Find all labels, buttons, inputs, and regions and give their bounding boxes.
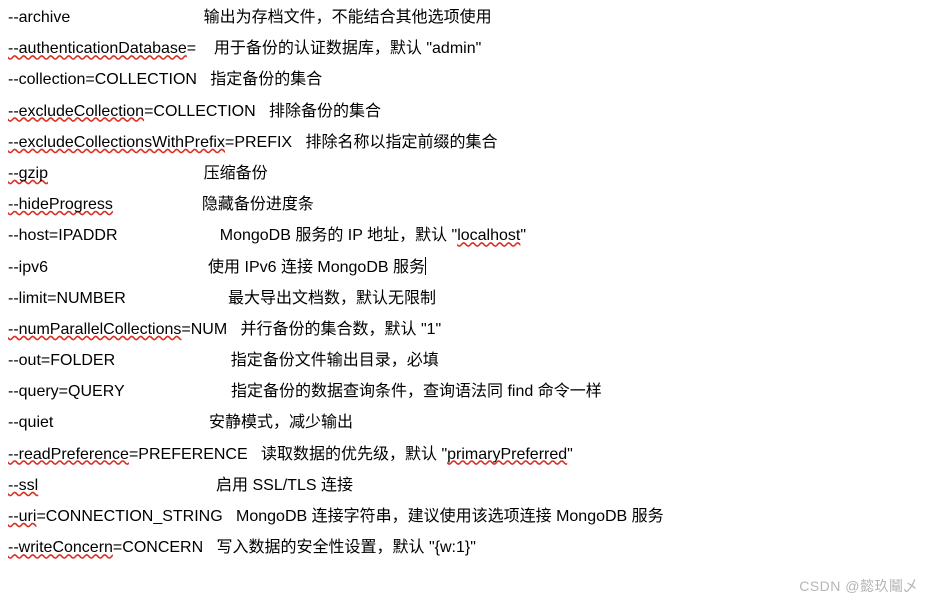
option-flag: --out=FOLDER xyxy=(8,352,115,369)
option-description: 指定备份的数据查询条件，查询语法同 find 命令一样 xyxy=(227,383,602,400)
option-row: --limit=NUMBER 最大导出文档数，默认无限制 xyxy=(8,283,918,314)
option-row: --excludeCollection=COLLECTION 排除备份的集合 xyxy=(8,96,918,127)
option-description: 排除名称以指定前缀的集合 xyxy=(292,134,497,151)
option-flag: --ssl xyxy=(8,477,38,494)
option-description-post: " xyxy=(520,227,526,244)
options-list: --archive 输出为存档文件，不能结合其他选项使用--authentica… xyxy=(8,2,918,563)
option-flag: --quiet xyxy=(8,414,53,431)
option-row: --out=FOLDER 指定备份文件输出目录，必填 xyxy=(8,345,918,376)
option-flag: --writeConcern xyxy=(8,539,113,556)
option-arg: =PREFERENCE xyxy=(129,446,248,463)
option-row: --excludeCollectionsWithPrefix=PREFIX 排除… xyxy=(8,127,918,158)
option-description: 最大导出文档数，默认无限制 xyxy=(224,290,436,307)
option-row: --authenticationDatabase= 用于备份的认证数据库，默认 … xyxy=(8,33,918,64)
option-flag: --query=QUERY xyxy=(8,383,124,400)
option-arg: =CONCERN xyxy=(113,539,203,556)
option-flag: --archive xyxy=(8,9,70,26)
option-description-underlined: primaryPreferred xyxy=(447,446,567,463)
option-arg: = xyxy=(187,40,196,57)
option-flag: --uri xyxy=(8,508,36,525)
option-spacing xyxy=(113,196,202,213)
option-row: --readPreference=PREFERENCE 读取数据的优先级，默认 … xyxy=(8,439,918,470)
option-row: --writeConcern=CONCERN 写入数据的安全性设置，默认 "{w… xyxy=(8,532,918,563)
option-row: --quiet 安静模式，减少输出 xyxy=(8,407,918,438)
option-flag: --host=IPADDR xyxy=(8,227,118,244)
option-spacing xyxy=(70,9,203,26)
option-description: 读取数据的优先级，默认 " xyxy=(248,446,447,463)
text-cursor xyxy=(425,257,426,275)
option-description: 使用 IPv6 连接 MongoDB 服务 xyxy=(208,259,425,276)
option-description: 安静模式，减少输出 xyxy=(209,414,353,431)
option-arg: =PREFIX xyxy=(225,134,292,151)
option-spacing xyxy=(38,477,216,494)
option-row: --host=IPADDR MongoDB 服务的 IP 地址，默认 "loca… xyxy=(8,220,918,251)
option-row: --uri=CONNECTION_STRING MongoDB 连接字符串，建议… xyxy=(8,501,918,532)
option-description: 输出为存档文件，不能结合其他选项使用 xyxy=(204,9,492,26)
option-arg: =CONNECTION_STRING xyxy=(36,508,222,525)
option-row: --hideProgress 隐藏备份进度条 xyxy=(8,189,918,220)
option-row: --ipv6 使用 IPv6 连接 MongoDB 服务 xyxy=(8,252,918,283)
option-spacing xyxy=(126,290,224,307)
option-flag: --excludeCollection xyxy=(8,103,144,120)
option-flag: --gzip xyxy=(8,165,48,182)
option-row: --numParallelCollections=NUM 并行备份的集合数，默认… xyxy=(8,314,918,345)
option-row: --ssl 启用 SSL/TLS 连接 xyxy=(8,470,918,501)
option-spacing xyxy=(124,383,226,400)
option-description: 指定备份文件输出目录，必填 xyxy=(226,352,438,369)
option-flag: --collection=COLLECTION xyxy=(8,71,197,88)
option-description: 写入数据的安全性设置，默认 "{w:1}" xyxy=(203,539,476,556)
option-description: 压缩备份 xyxy=(204,165,268,182)
option-flag: --authenticationDatabase xyxy=(8,40,187,57)
option-row: --archive 输出为存档文件，不能结合其他选项使用 xyxy=(8,2,918,33)
option-flag: --readPreference xyxy=(8,446,129,463)
option-row: --query=QUERY 指定备份的数据查询条件，查询语法同 find 命令一… xyxy=(8,376,918,407)
option-spacing xyxy=(48,259,208,276)
option-spacing xyxy=(48,165,204,182)
option-description: MongoDB 服务的 IP 地址，默认 " xyxy=(215,227,457,244)
option-flag: --numParallelCollections xyxy=(8,321,181,338)
option-flag: --excludeCollectionsWithPrefix xyxy=(8,134,225,151)
option-row: --collection=COLLECTION 指定备份的集合 xyxy=(8,64,918,95)
option-flag: --hideProgress xyxy=(8,196,113,213)
option-arg: =NUM xyxy=(181,321,227,338)
option-flag: --limit=NUMBER xyxy=(8,290,126,307)
watermark-text: CSDN @懿玖鬮乄 xyxy=(799,573,918,600)
option-description: 用于备份的认证数据库，默认 "admin" xyxy=(196,40,481,57)
option-description: MongoDB 连接字符串，建议使用该选项连接 MongoDB 服务 xyxy=(223,508,664,525)
option-flag: --ipv6 xyxy=(8,259,48,276)
option-row: --gzip 压缩备份 xyxy=(8,158,918,189)
option-spacing xyxy=(53,414,209,431)
option-arg: =COLLECTION xyxy=(144,103,256,120)
option-description: 指定备份的集合 xyxy=(197,71,322,88)
option-description: 排除备份的集合 xyxy=(256,103,381,120)
option-description: 并行备份的集合数，默认 "1" xyxy=(227,321,441,338)
option-description-underlined: localhost xyxy=(457,227,520,244)
option-description: 启用 SSL/TLS 连接 xyxy=(216,477,353,494)
option-spacing xyxy=(115,352,226,369)
option-spacing xyxy=(118,227,216,244)
option-description-post: " xyxy=(567,446,573,463)
option-description: 隐藏备份进度条 xyxy=(202,196,314,213)
